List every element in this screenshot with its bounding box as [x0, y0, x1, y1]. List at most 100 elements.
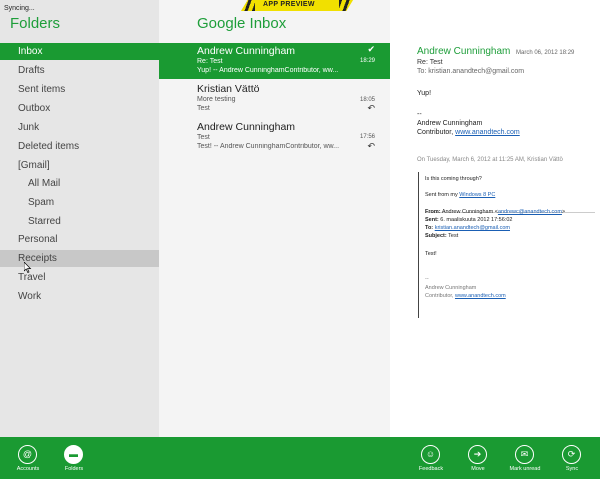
folder-item-inbox[interactable]: Inbox — [0, 43, 159, 60]
folder-item-deleted-items[interactable]: Deleted items — [0, 138, 159, 155]
folder-label: All Mail — [28, 178, 61, 189]
email-date: March 06, 2012 18:29 — [516, 50, 575, 56]
sync-icon: ⟳ — [562, 445, 581, 464]
folders-title: Folders — [10, 15, 61, 32]
message-preview: Test! -- Andrew CunninghamContributor, w… — [197, 143, 340, 150]
quote-line: Is this coming through? — [425, 176, 482, 182]
folder-label: Spam — [28, 197, 55, 208]
quote-to: To: kristian.anandtech@gmail.com — [425, 225, 510, 231]
folder-label: Starred — [28, 216, 61, 227]
quote-sig-line: Contributor, www.anandtech.com — [425, 293, 506, 299]
feedback-icon: ☺ — [421, 445, 440, 464]
folder-label: Sent items — [18, 84, 66, 95]
at-sign-icon: @ — [18, 445, 37, 464]
message-subject: More testing — [197, 96, 236, 103]
message-sender: Kristian Vättö — [197, 83, 260, 95]
subject-label: Subject: — [425, 233, 447, 239]
sent-value: 6. maaliskuuta 2012 17:56:02 — [438, 217, 513, 223]
folder-label: Junk — [18, 122, 40, 133]
message-subject: Re: Test — [197, 58, 223, 65]
sent-from-link[interactable]: Windows 8 PC — [459, 192, 495, 198]
mark-unread-button[interactable]: ✉ Mark unread — [506, 444, 546, 479]
mark-unread-label: Mark unread — [509, 466, 541, 472]
inbox-title: Google Inbox — [197, 15, 287, 32]
arrow-right-icon: ➔ — [468, 445, 487, 464]
app-bar: @ Accounts ▬ Folders ☺ Feedback ➔ Move ✉… — [0, 437, 600, 479]
folders-button[interactable]: ▬ Folders — [55, 444, 95, 479]
reply-icon: ↶ — [367, 103, 375, 113]
sent-from-prefix: Sent from my — [425, 192, 460, 198]
quote-sig-link[interactable]: www.anandtech.com — [455, 293, 506, 299]
quoted-message: Is this coming through? Sent from my Win… — [418, 172, 598, 318]
sent-label: Sent: — [425, 217, 439, 223]
quote-sent-from: Sent from my Windows 8 PC — [425, 192, 495, 198]
reply-icon: ↶ — [367, 141, 375, 151]
quote-sent: Sent: 6. maaliskuuta 2012 17:56:02 — [425, 217, 512, 223]
to-link[interactable]: kristian.anandtech@gmail.com — [435, 225, 510, 231]
signature-name: Andrew Cunningham — [417, 120, 483, 127]
message-item[interactable]: Kristian Vättö More testing Test 18:05 ↶ — [159, 81, 390, 117]
folder-item-spam[interactable]: Spam — [0, 194, 159, 211]
signature-separator: -- — [417, 111, 422, 118]
to-label: To: — [425, 225, 434, 231]
quote-sig-prefix: Contributor, — [425, 293, 455, 299]
folders-label: Folders — [64, 466, 84, 472]
quote-subject: Subject: Test — [425, 233, 458, 239]
hazard-stripe-left — [241, 0, 255, 11]
message-item[interactable]: Andrew Cunningham Re: Test Yup! -- Andre… — [159, 43, 390, 79]
message-subject: Test — [197, 134, 210, 141]
folder-item-gmail[interactable]: [Gmail] — [0, 157, 159, 174]
folder-label: Deleted items — [18, 141, 80, 152]
feedback-button[interactable]: ☺ Feedback — [412, 444, 452, 479]
message-time: 17:56 — [359, 134, 375, 140]
from-value: Andrew Cunningham < — [440, 209, 498, 215]
email-from[interactable]: Andrew Cunningham — [417, 46, 510, 57]
quote-header: On Tuesday, March 6, 2012 at 11:25 AM, K… — [417, 157, 563, 163]
envelope-icon: ✉ — [515, 445, 534, 464]
quote-sig-separator: -- — [425, 276, 429, 282]
message-time: 18:29 — [359, 58, 375, 64]
message-sender: Andrew Cunningham — [197, 45, 296, 57]
folder-item-outbox[interactable]: Outbox — [0, 100, 159, 117]
message-list-pane: APP PREVIEW Google Inbox Andrew Cunningh… — [159, 0, 390, 437]
folder-label: [Gmail] — [18, 160, 50, 171]
email-subject: Re: Test — [417, 59, 443, 66]
sync-button[interactable]: ⟳ Sync — [553, 444, 593, 479]
from-link[interactable]: andrewc@anandtech.com — [498, 209, 562, 215]
mouse-cursor-icon — [24, 262, 32, 273]
folder-icon: ▬ — [64, 445, 83, 464]
from-end: > — [561, 209, 566, 215]
signature-prefix: Contributor, — [417, 129, 456, 136]
quote-sig-name: Andrew Cunningham — [425, 285, 477, 291]
banner-label: APP PREVIEW — [263, 1, 315, 8]
subject-value: Test — [446, 233, 459, 239]
folder-item-sent-items[interactable]: Sent items — [0, 81, 159, 98]
quote-body: Test! — [425, 251, 437, 257]
move-label: Move — [471, 466, 485, 472]
message-preview: Test — [197, 105, 210, 112]
feedback-label: Feedback — [418, 466, 444, 472]
message-preview: Yup! -- Andrew CunninghamContributor, ww… — [197, 67, 339, 74]
move-button[interactable]: ➔ Move — [459, 444, 499, 479]
folder-label: Outbox — [18, 103, 51, 114]
signature-line: Contributor, www.anandtech.com — [417, 129, 520, 136]
folder-item-work[interactable]: Work — [0, 288, 159, 305]
accounts-label: Accounts — [16, 466, 40, 472]
folder-item-drafts[interactable]: Drafts — [0, 62, 159, 79]
hazard-stripe-right — [339, 0, 353, 11]
accounts-button[interactable]: @ Accounts — [9, 444, 49, 479]
folder-item-all-mail[interactable]: All Mail — [0, 175, 159, 192]
folder-label: Personal — [18, 234, 58, 245]
folder-label: Drafts — [18, 65, 45, 76]
folder-item-starred[interactable]: Starred — [0, 213, 159, 230]
sync-status: Syncing... — [4, 5, 35, 12]
message-item[interactable]: Andrew Cunningham Test Test! -- Andrew C… — [159, 119, 390, 155]
folder-item-personal[interactable]: Personal — [0, 231, 159, 248]
email-to: To: kristian.anandtech@gmail.com — [417, 68, 525, 75]
signature-link[interactable]: www.anandtech.com — [455, 129, 520, 136]
folder-item-junk[interactable]: Junk — [0, 119, 159, 136]
folder-label: Inbox — [18, 46, 43, 57]
folders-pane: Syncing... Folders Inbox Drafts Sent ite… — [0, 0, 159, 437]
message-sender: Andrew Cunningham — [197, 121, 296, 133]
checkmark-icon: ✔ — [367, 44, 375, 54]
